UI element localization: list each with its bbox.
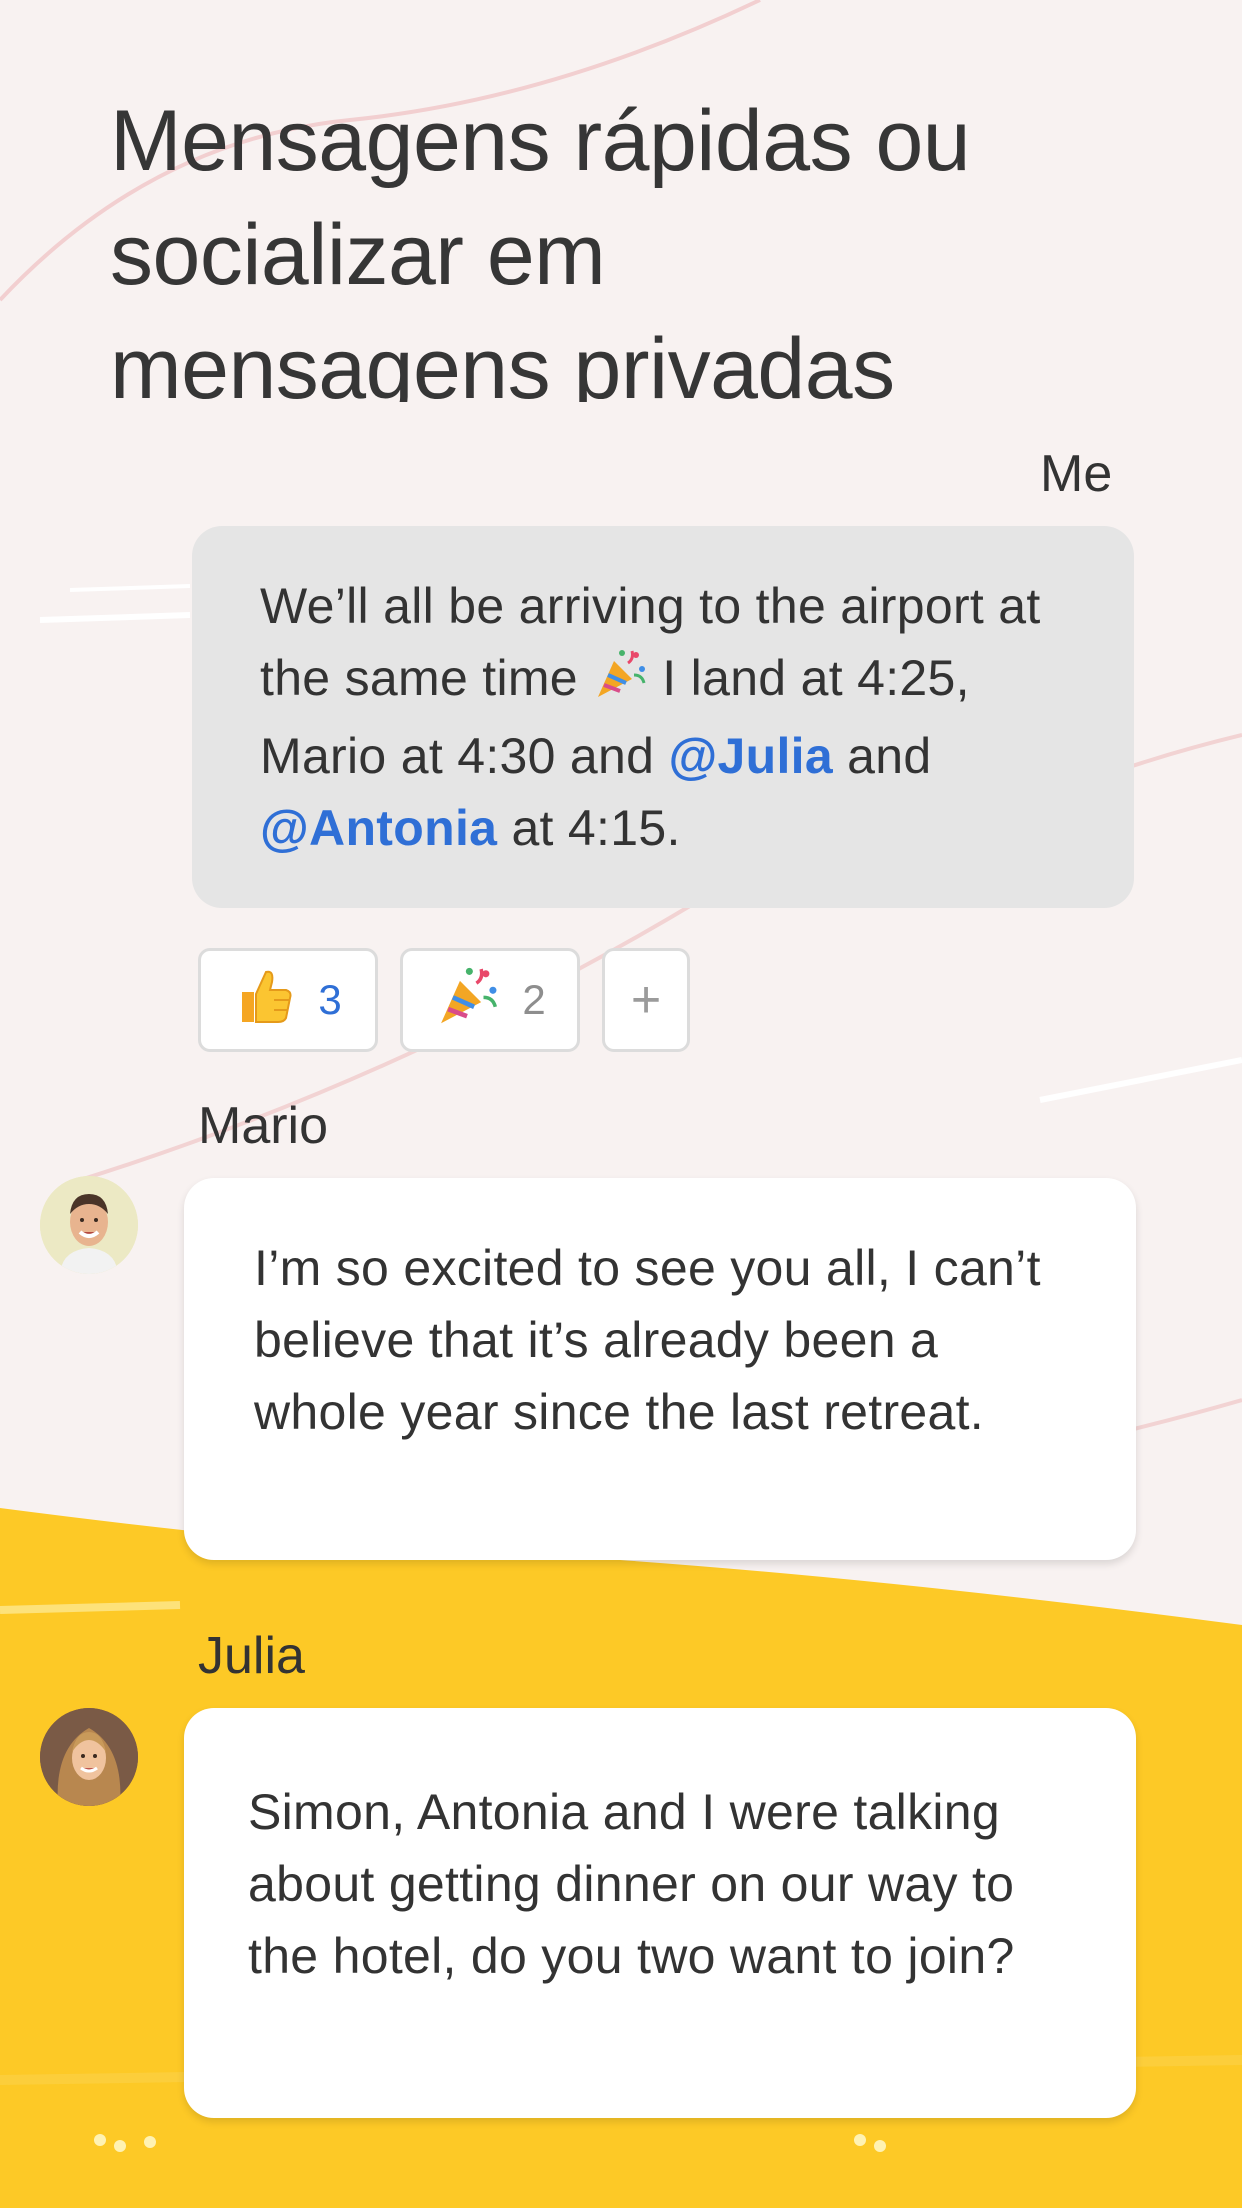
headline-line-1: Mensagens rápidas ou bbox=[110, 93, 971, 189]
party-popper-emoji-icon bbox=[592, 645, 648, 720]
message-bubble-mario[interactable]: I’m so excited to see you all, I can’t b… bbox=[184, 1178, 1136, 1560]
message-bubble-julia[interactable]: Simon, Antonia and I were talking about … bbox=[184, 1708, 1136, 2118]
reaction-party-button[interactable]: 2 bbox=[400, 948, 580, 1052]
headline-line-3: mensagens privadas bbox=[110, 321, 895, 402]
message-text-part: and bbox=[832, 728, 932, 784]
page-headline: Mensagens rápidas ou socializar em mensa… bbox=[110, 84, 1150, 402]
sender-name-mario: Mario bbox=[198, 1097, 329, 1155]
reaction-count: 2 bbox=[522, 976, 546, 1023]
message-text-part: at 4:15. bbox=[497, 800, 681, 856]
plus-icon: + bbox=[630, 971, 662, 1029]
party-popper-emoji-icon bbox=[434, 962, 500, 1038]
avatar-julia[interactable] bbox=[40, 1708, 138, 1806]
person-avatar-icon bbox=[40, 1176, 138, 1274]
person-avatar-icon bbox=[40, 1708, 138, 1806]
mention-link-julia[interactable]: @Julia bbox=[668, 728, 833, 784]
sender-name-julia: Julia bbox=[198, 1627, 305, 1685]
message-bubble-me[interactable]: We’ll all be arriving to the airport at … bbox=[192, 526, 1134, 908]
avatar-mario[interactable] bbox=[40, 1176, 138, 1274]
headline-line-2: socializar em bbox=[110, 207, 606, 303]
sender-name-me: Me bbox=[1040, 445, 1113, 503]
mention-link-antonia[interactable]: @Antonia bbox=[260, 800, 497, 856]
add-reaction-button[interactable]: + bbox=[602, 948, 690, 1052]
reaction-thumbs-up-button[interactable]: 3 bbox=[198, 948, 378, 1052]
reactions-bar: 3 2 + bbox=[198, 948, 690, 1052]
reaction-count: 3 bbox=[318, 976, 342, 1023]
thumbs-up-emoji-icon bbox=[234, 964, 296, 1036]
